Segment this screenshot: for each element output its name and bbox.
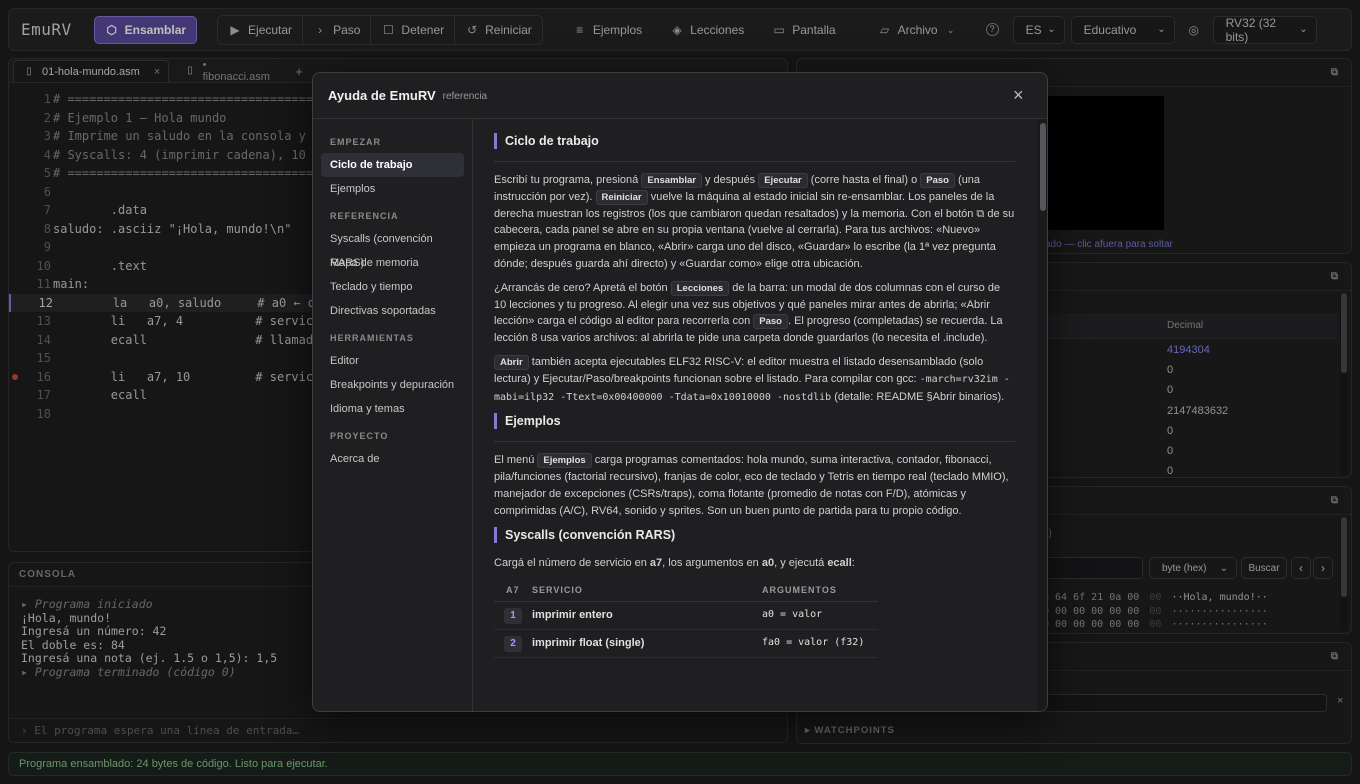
key-reset: Reiniciar	[595, 189, 648, 205]
paragraph-lessons: ¿Arrancás de cero? Apretá el botón Lecci…	[494, 280, 1003, 345]
syscall-service: imprimir entero	[532, 601, 762, 630]
key-run: Ejecutar	[758, 173, 808, 188]
help-modal: Ayuda de EmuRV referencia × EMPEZAR Ciclo…	[312, 72, 1048, 712]
syscall-row: 2 imprimir float (single) fa0 = valor (f32…	[494, 629, 878, 658]
modal-title: Ayuda de EmuRV	[328, 88, 436, 103]
help-nav: EMPEZAR Ciclo de trabajo Ejemplos REFERENCI…	[313, 119, 473, 711]
nav-item[interactable]: Acerca de	[321, 447, 464, 471]
key-step: Paso	[920, 173, 955, 188]
nav-item[interactable]: Editor	[321, 349, 464, 373]
paragraph-syscalls: Cargá el número de servicio en a7, los a…	[494, 556, 855, 569]
paragraph-elf: Abrir también acepta ejecutables ELF32 R…	[494, 354, 1010, 403]
col-service: SERVICIO	[532, 579, 762, 602]
syscalls-table: A7 SERVICIO ARGUMENTOS 1 imprimir entero a…	[494, 579, 878, 658]
syscall-args: fa0 = valor (f32)	[762, 629, 878, 658]
nav-item[interactable]: Breakpoints y depuración	[321, 373, 464, 397]
key-lessons: Lecciones	[670, 280, 730, 296]
help-content: Ciclo de trabajo Escribí tu programa, pr…	[473, 119, 1037, 711]
paragraph-workflow: Escribí tu programa, presioná Ensamblar …	[494, 173, 1015, 270]
nav-item[interactable]: Ciclo de trabajo	[321, 153, 464, 177]
nav-item[interactable]: Teclado y tiempo	[321, 275, 464, 299]
syscall-service: imprimir float (single)	[532, 629, 762, 658]
nav-item[interactable]: Ejemplos	[321, 177, 464, 201]
syscall-number: 1	[504, 607, 522, 624]
key-assemble: Ensamblar	[641, 173, 702, 188]
paragraph-examples: El menú Ejemplos carga programas comenta…	[494, 453, 1009, 517]
nav-item[interactable]: Mapa de memoria	[321, 251, 464, 275]
syscall-row: 1 imprimir entero a0 = valor	[494, 601, 878, 630]
syscall-number: 2	[504, 635, 522, 652]
col-a7: A7	[494, 579, 532, 602]
modal-header: Ayuda de EmuRV referencia ×	[313, 73, 1047, 119]
syscall-args: a0 = valor	[762, 601, 878, 630]
modal-subtitle: referencia	[442, 91, 488, 102]
key-step: Paso	[753, 314, 788, 330]
key-examples: Ejemplos	[537, 453, 592, 469]
nav-section-title: HERRAMIENTAS	[330, 333, 414, 343]
section-heading: Syscalls (convención RARS)	[494, 526, 1015, 543]
section-heading: Ejemplos	[494, 413, 1015, 430]
nav-item[interactable]: Idioma y temas	[321, 397, 464, 421]
nav-section-title: EMPEZAR	[330, 137, 382, 147]
key-open: Abrir	[494, 354, 529, 370]
col-args: ARGUMENTOS	[762, 579, 878, 602]
nav-item[interactable]: Syscalls (convención RARS)	[321, 227, 464, 269]
section-heading: Ciclo de trabajo	[494, 133, 1015, 149]
close-icon[interactable]: ×	[1013, 85, 1024, 106]
nav-section-title: REFERENCIA	[330, 211, 399, 221]
modal-scrollbar[interactable]	[1037, 119, 1047, 711]
nav-item[interactable]: Directivas soportadas	[321, 299, 464, 323]
nav-section-title: PROYECTO	[330, 431, 389, 441]
